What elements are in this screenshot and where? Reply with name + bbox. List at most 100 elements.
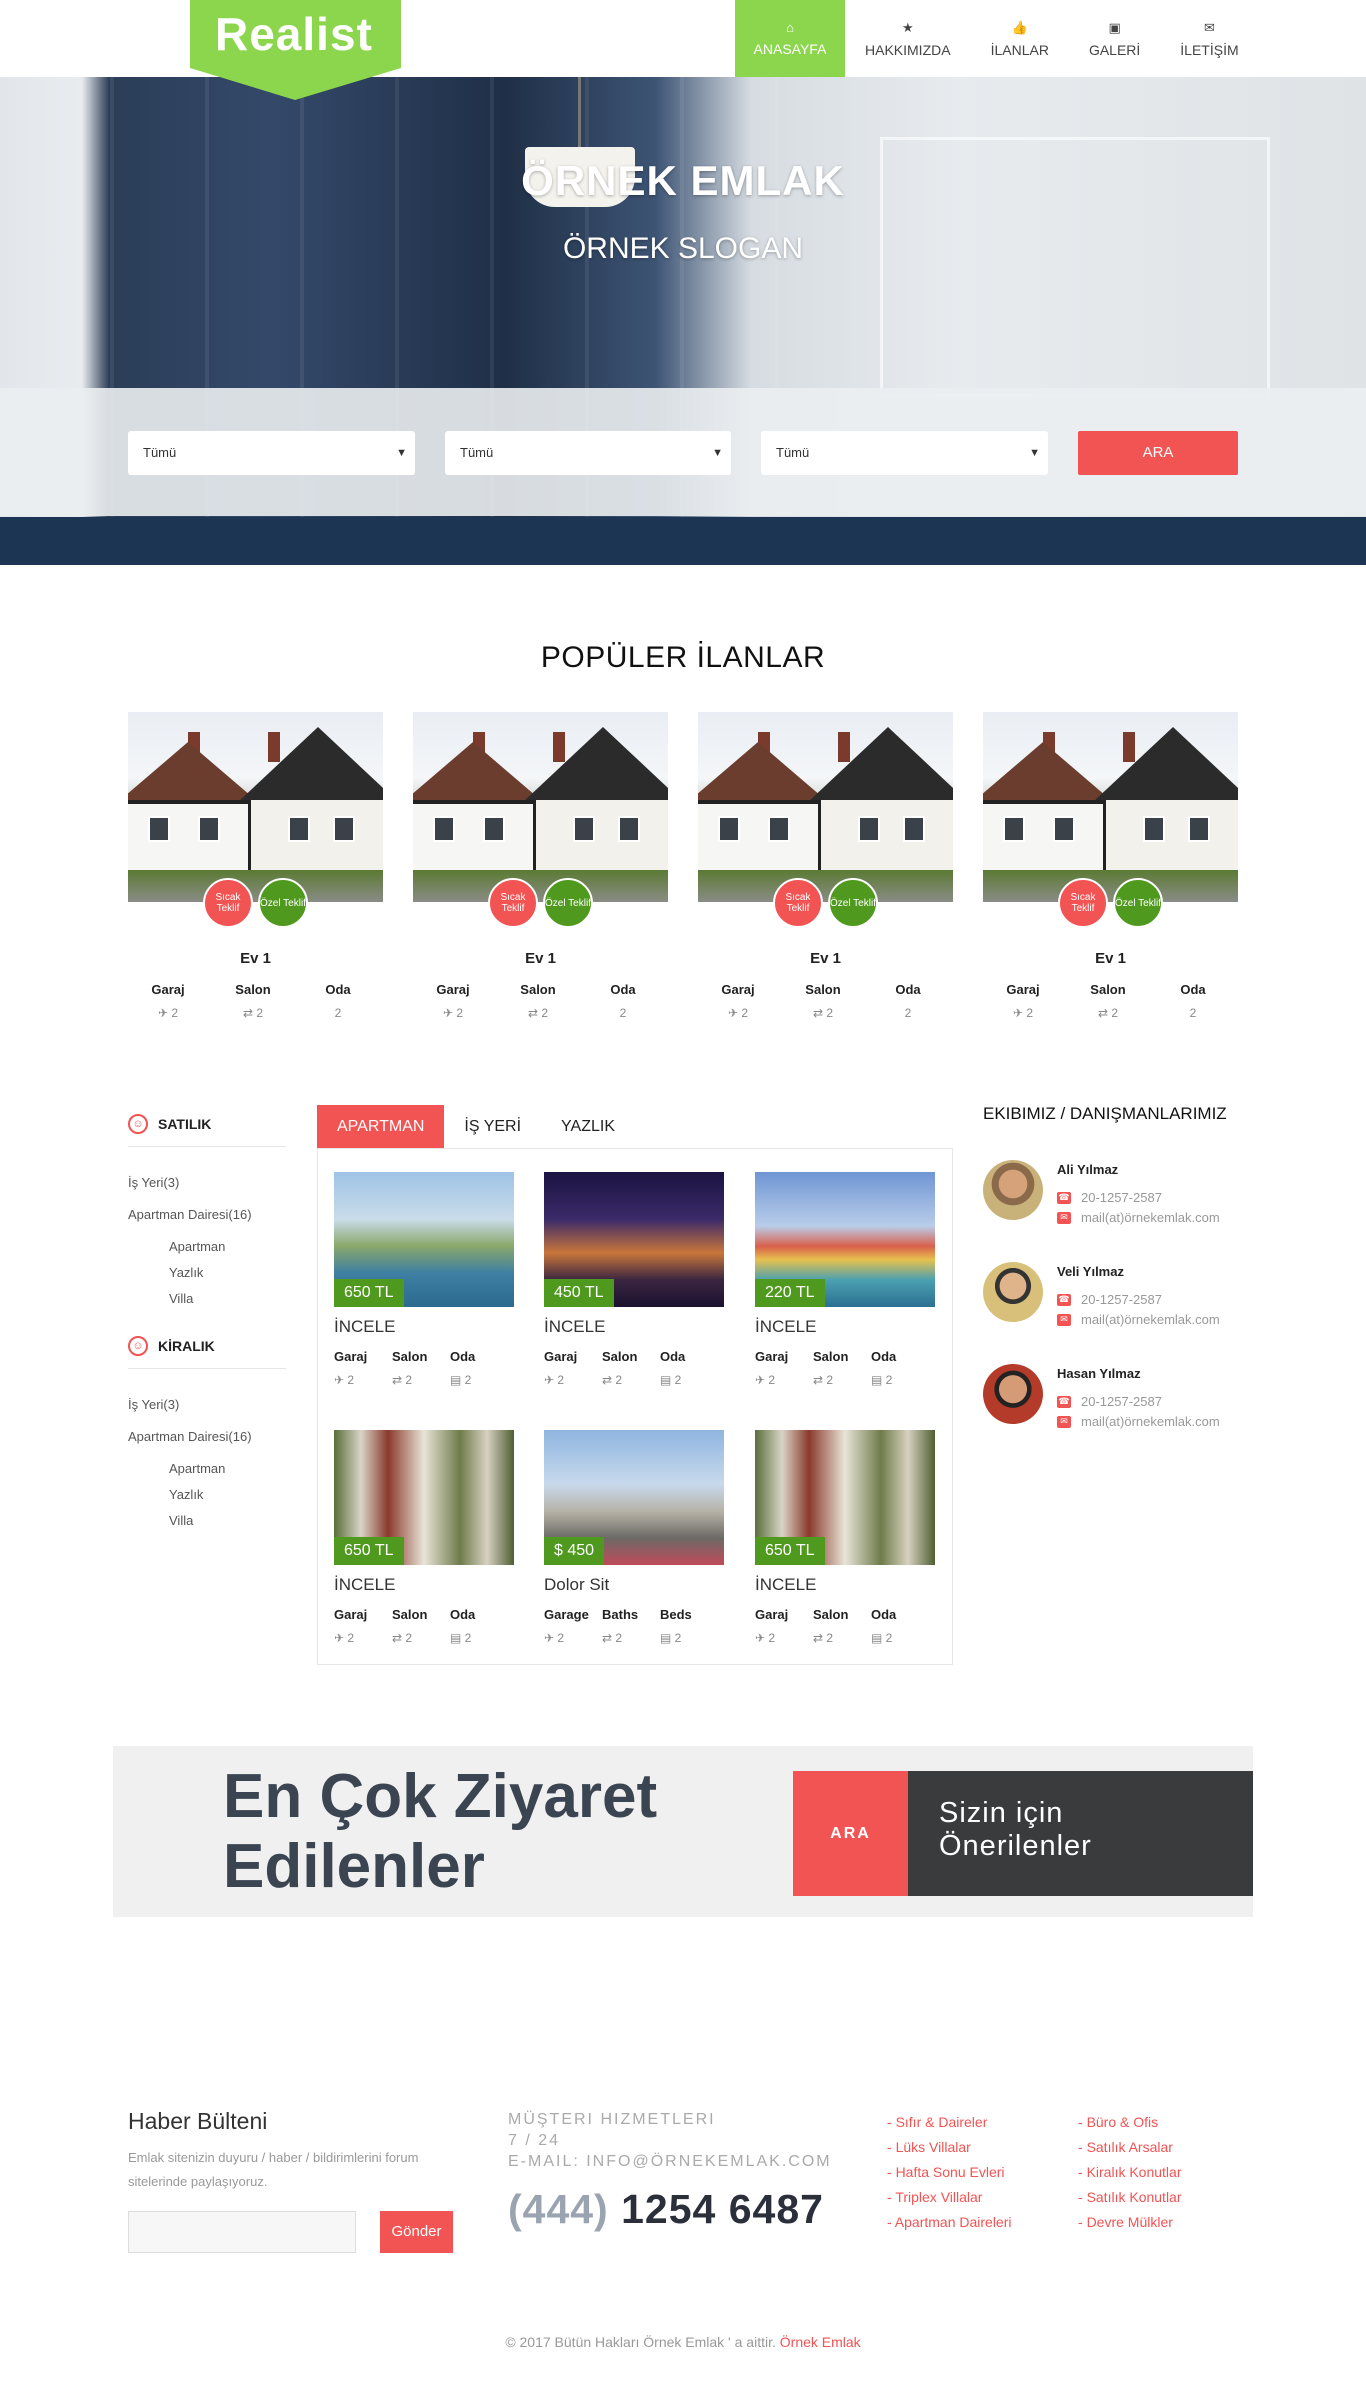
smile-icon: ☺ <box>128 1336 148 1356</box>
feature-label: Salon <box>392 1607 428 1622</box>
category-item[interactable]: Apartman Dairesi(16) <box>128 1429 252 1444</box>
category-heading[interactable]: ☺ SATILIK <box>128 1114 211 1134</box>
envelope-icon: ✉ <box>1057 1415 1071 1428</box>
footer-link[interactable]: - Satılık Arsalar <box>1078 2139 1173 2155</box>
footer-link[interactable]: - Sıfır & Daireler <box>887 2114 987 2130</box>
feature-value-text: 2 <box>541 1006 549 1020</box>
listing-card[interactable]: 650 TL İNCELE Garaj ✈ 2 Salon ⇄ 2 Oda ▤ 2 <box>334 1430 514 1680</box>
listing-card[interactable]: 650 TL İNCELE Garaj ✈ 2 Salon ⇄ 2 Oda ▤ 2 <box>334 1172 514 1422</box>
newsletter-email-input[interactable] <box>128 2211 356 2253</box>
copyright-brand-link[interactable]: Örnek Emlak <box>780 2334 861 2350</box>
plane-icon: ✈ <box>157 1006 172 1020</box>
listing-title[interactable]: İNCELE <box>334 1575 395 1595</box>
listing-title[interactable]: İNCELE <box>755 1575 816 1595</box>
phone-number[interactable]: (444) 1254 6487 <box>508 2186 824 2233</box>
feature-value: ▤ 2 <box>660 1631 681 1645</box>
image-icon: ▣ <box>1108 19 1121 35</box>
footer-link[interactable]: - Satılık Konutlar <box>1078 2189 1182 2205</box>
search-button[interactable]: ARA <box>1078 431 1238 475</box>
agent-card[interactable]: Veli Yılmaz ☎ 20-1257-2587 ✉ mail(at)örnekem… <box>983 1262 1253 1332</box>
nav-item-label: ANASAYFA <box>753 41 827 57</box>
search-bar: Tümü ▼ Tümü ▼ Tümü ▼ ARA <box>0 388 1366 516</box>
feature-value-text: 2 <box>557 1373 565 1387</box>
category-heading[interactable]: ☺ KİRALIK <box>128 1336 215 1356</box>
banner-heading-line2: Edilenler <box>223 1832 485 1901</box>
search-select-1[interactable]: Tümü ▼ <box>128 431 415 475</box>
agent-phone[interactable]: ☎ 20-1257-2587 <box>1057 1292 1162 1307</box>
listing-title[interactable]: İNCELE <box>334 1317 395 1337</box>
banner-search-button[interactable]: ARA <box>793 1771 908 1896</box>
listing-card[interactable]: $ 450 Dolor Sit Garage ✈ 2 Baths ⇄ 2 Beds ▤ 2 <box>544 1430 724 1680</box>
agent-email[interactable]: ✉ mail(at)örnekemlak.com <box>1057 1414 1220 1429</box>
popular-card[interactable]: Sıcak Teklif Özel Teklif Ev 1 Garaj ✈ 2 Salon… <box>413 712 668 1032</box>
feature-value-text: 2 <box>826 1373 834 1387</box>
nav-item-4[interactable]: ✉ İLETİŞİM <box>1160 0 1258 77</box>
category-subitem[interactable]: Villa <box>169 1291 193 1306</box>
customer-service-email[interactable]: E-MAIL: INFO@ÖRNEKEMLAK.COM <box>508 2153 832 2171</box>
footer-link[interactable]: - Apartman Daireleri <box>887 2214 1012 2230</box>
nav-item-1[interactable]: ★ HAKKIMIZDA <box>845 0 971 77</box>
tab-1[interactable]: İŞ YERİ <box>444 1105 541 1148</box>
agent-phone[interactable]: ☎ 20-1257-2587 <box>1057 1190 1162 1205</box>
agent-email[interactable]: ✉ mail(at)örnekemlak.com <box>1057 1312 1220 1327</box>
feature-label: Oda <box>895 982 921 997</box>
envelope-icon: ✉ <box>1204 19 1215 35</box>
nav-item-3[interactable]: ▣ GALERİ <box>1069 0 1160 77</box>
category-subitem[interactable]: Apartman <box>169 1239 225 1254</box>
listing-card[interactable]: 650 TL İNCELE Garaj ✈ 2 Salon ⇄ 2 Oda ▤ 2 <box>755 1430 935 1680</box>
logo[interactable]: Realist <box>190 0 401 68</box>
listing-card[interactable]: 450 TL İNCELE Garaj ✈ 2 Salon ⇄ 2 Oda ▤ 2 <box>544 1172 724 1422</box>
agent-name: Hasan Yılmaz <box>1057 1366 1141 1381</box>
house-photo <box>413 712 668 902</box>
window <box>1003 816 1025 842</box>
copyright: © 2017 Bütün Hakları Örnek Emlak ' a ait… <box>0 2334 1366 2350</box>
footer-link[interactable]: - Hafta Sonu Evleri <box>887 2164 1005 2180</box>
feature-value: ✈ 2 <box>544 1373 564 1387</box>
category-subitem[interactable]: Yazlık <box>169 1265 203 1280</box>
feature-value-text: 2 <box>674 1631 682 1645</box>
listing-card[interactable]: 220 TL İNCELE Garaj ✈ 2 Salon ⇄ 2 Oda ▤ 2 <box>755 1172 935 1422</box>
tab-2[interactable]: YAZLIK <box>541 1105 635 1148</box>
nav-item-0[interactable]: ⌂ ANASAYFA <box>735 0 845 77</box>
recommended-cta[interactable]: ARA Sizin için Önerilenler <box>793 1771 1253 1896</box>
footer-link[interactable]: - Triplex Villalar <box>887 2189 982 2205</box>
popular-card[interactable]: Sıcak Teklif Özel Teklif Ev 1 Garaj ✈ 2 Salon… <box>983 712 1238 1032</box>
window <box>1188 816 1210 842</box>
feature-label: Garaj <box>755 1349 789 1364</box>
tab-0[interactable]: APARTMAN <box>317 1105 445 1148</box>
category-subitem[interactable]: Yazlık <box>169 1487 203 1502</box>
popular-card[interactable]: Sıcak Teklif Özel Teklif Ev 1 Garaj ✈ 2 Salon… <box>128 712 383 1032</box>
agent-phone[interactable]: ☎ 20-1257-2587 <box>1057 1394 1162 1409</box>
price-tag: 650 TL <box>334 1537 404 1565</box>
listing-title[interactable]: İNCELE <box>544 1317 605 1337</box>
footer-link[interactable]: - Lüks Villalar <box>887 2139 971 2155</box>
listing-title[interactable]: Dolor Sit <box>544 1575 609 1595</box>
agent-card[interactable]: Ali Yılmaz ☎ 20-1257-2587 ✉ mail(at)örnekeml… <box>983 1160 1253 1230</box>
hot-offer-badge: Sıcak Teklif <box>203 878 253 928</box>
footer-link[interactable]: - Devre Mülkler <box>1078 2214 1173 2230</box>
feature-value-text: 2 <box>347 1373 355 1387</box>
feature-label: Salon <box>805 982 841 997</box>
customer-service-label: MÜŞTERI HIZMETLERI <box>508 2111 716 2128</box>
agent-email[interactable]: ✉ mail(at)örnekemlak.com <box>1057 1210 1220 1225</box>
popular-card[interactable]: Sıcak Teklif Özel Teklif Ev 1 Garaj ✈ 2 Salon… <box>698 712 953 1032</box>
feature-value: ⇄ 2 <box>1068 1006 1148 1020</box>
search-select-2[interactable]: Tümü ▼ <box>445 431 731 475</box>
listing-title[interactable]: İNCELE <box>755 1317 816 1337</box>
newsletter-send-button[interactable]: Gönder <box>380 2211 453 2253</box>
popular-card-title: Ev 1 <box>240 950 271 967</box>
category-subitem[interactable]: Apartman <box>169 1461 225 1476</box>
category-subitem[interactable]: Villa <box>169 1513 193 1528</box>
footer-link[interactable]: - Kiralık Konutlar <box>1078 2164 1182 2180</box>
footer-link[interactable]: - Büro & Ofis <box>1078 2114 1158 2130</box>
category-item[interactable]: Apartman Dairesi(16) <box>128 1207 252 1222</box>
agent-email-text: mail(at)örnekemlak.com <box>1081 1210 1220 1225</box>
search-select-3[interactable]: Tümü ▼ <box>761 431 1048 475</box>
retweet-icon: ⇄ <box>392 1373 406 1387</box>
category-item[interactable]: İş Yeri(3) <box>128 1175 179 1190</box>
retweet-icon: ⇄ <box>813 1631 827 1645</box>
category-item[interactable]: İş Yeri(3) <box>128 1397 179 1412</box>
nav-item-2[interactable]: 👍 İLANLAR <box>971 0 1069 77</box>
feature-value: ⇄ 2 <box>602 1373 622 1387</box>
agent-card[interactable]: Hasan Yılmaz ☎ 20-1257-2587 ✉ mail(at)örneke… <box>983 1364 1253 1434</box>
